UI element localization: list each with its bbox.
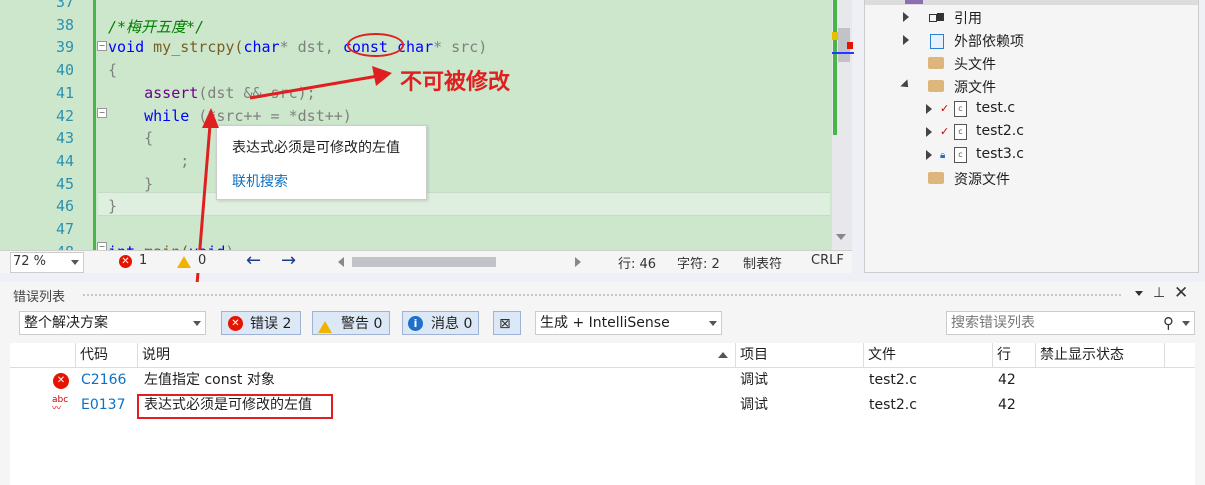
c-file-icon: c (954, 101, 967, 117)
error-icon[interactable]: ✕ (119, 255, 132, 268)
tree-item-external-deps[interactable]: 外部依赖项 (954, 31, 1024, 51)
filter-folder-icon (928, 80, 944, 92)
navigate-forward-icon[interactable]: → (281, 250, 296, 271)
header-divider (10, 367, 1195, 368)
filter-clear-icon: ⊠ (499, 316, 511, 332)
errors-filter-label: 错误 2 (250, 316, 292, 332)
checked-in-icon: ✓ (940, 102, 950, 115)
tab-indicator[interactable]: 制表符 (743, 253, 782, 272)
warning-count[interactable]: 0 (198, 253, 206, 268)
expand-test-c-icon[interactable] (926, 104, 932, 114)
messages-filter-button[interactable]: i 消息 0 (402, 311, 479, 335)
expand-references-icon[interactable] (903, 12, 909, 22)
search-error-list[interactable]: 搜索错误列表 ⚲ (946, 311, 1195, 335)
col-suppression[interactable]: 禁止显示状态 (1036, 343, 1165, 367)
editor-status-bar: 72 % ✕ 1 0 ← → 行: 46 字符: 2 制表符 CRLF (0, 250, 852, 273)
filter-folder-icon (928, 172, 944, 184)
references-icon (929, 14, 937, 22)
errors-filter-button[interactable]: ✕ 错误 2 (221, 311, 301, 335)
tree-item-test3-c[interactable]: test3.c (976, 146, 1024, 162)
tree-item-test2-c[interactable]: test2.c (976, 123, 1024, 139)
external-deps-icon (930, 34, 944, 49)
build-filter-value: 生成 + IntelliSense (540, 315, 670, 331)
error-icon: ✕ (228, 316, 243, 331)
warnings-filter-label: 警告 0 (341, 316, 383, 332)
title-grip[interactable] (82, 293, 1122, 297)
chevron-down-icon (709, 321, 717, 326)
col-project[interactable]: 项目 (736, 343, 864, 367)
zoom-value: 72 % (13, 254, 47, 269)
close-icon[interactable]: ✕ (1174, 283, 1188, 303)
tree-item-resource-files[interactable]: 资源文件 (954, 169, 1010, 189)
error-file: test2.c (869, 397, 917, 413)
chevron-down-icon (193, 321, 201, 326)
scroll-right-icon[interactable] (575, 257, 581, 267)
error-list-title: 错误列表 (13, 290, 66, 305)
char-indicator: 字符: 2 (677, 257, 720, 272)
collapse-source-files-icon[interactable] (900, 79, 912, 91)
error-project: 调试 (740, 397, 768, 413)
scope-value: 整个解决方案 (24, 315, 108, 331)
error-code-link[interactable]: E0137 (81, 394, 125, 416)
error-description: 左值指定 const 对象 (144, 372, 275, 388)
scope-combo[interactable]: 整个解决方案 (19, 311, 206, 335)
col-description-label: 说明 (142, 347, 170, 363)
error-file: test2.c (869, 372, 917, 388)
search-icon: ⚲ (1163, 314, 1174, 332)
warnings-filter-button[interactable]: 警告 0 (312, 311, 390, 335)
error-line: 42 (998, 372, 1016, 388)
intellisense-error-icon: abc 〰 (52, 395, 69, 414)
error-line: 42 (998, 397, 1016, 413)
chevron-down-icon (71, 260, 79, 265)
messages-filter-label: 消息 0 (431, 316, 473, 332)
lock-icon: 🔒︎ (940, 150, 946, 161)
filter-folder-icon (928, 57, 944, 69)
col-icon[interactable] (10, 343, 76, 367)
c-file-icon: c (954, 124, 967, 140)
scroll-left-icon[interactable] (338, 257, 344, 267)
clear-filter-button[interactable]: ⊠ (493, 311, 521, 335)
info-icon: i (408, 316, 423, 331)
search-input[interactable]: 搜索错误列表 (951, 315, 1035, 331)
tree-item-references[interactable]: 引用 (954, 8, 982, 28)
solution-explorer: 引用 外部依赖项 头文件 源文件 ✓ c test.c ✓ c test2.c … (864, 0, 1199, 273)
window-menu-icon[interactable] (1135, 291, 1143, 296)
tree-item-test-c[interactable]: test.c (976, 100, 1015, 116)
warning-icon[interactable] (177, 256, 191, 268)
expand-test2-c-icon[interactable] (926, 127, 932, 137)
build-filter-combo[interactable]: 生成 + IntelliSense (535, 311, 722, 335)
error-code-link[interactable]: C2166 (81, 369, 126, 391)
arrow-head-code (202, 108, 219, 128)
chevron-down-icon (1182, 321, 1190, 326)
expand-external-deps-icon[interactable] (903, 35, 909, 45)
table-row[interactable]: ✕ C2166 左值指定 const 对象 调试 test2.c 42 (10, 369, 1195, 393)
checked-in-icon: ✓ (940, 125, 950, 138)
horizontal-scroll-thumb[interactable] (352, 257, 496, 267)
references-icon-block (937, 13, 944, 21)
col-file[interactable]: 文件 (864, 343, 993, 367)
description-highlight-box (137, 394, 333, 419)
tree-item-source-files[interactable]: 源文件 (954, 77, 996, 97)
arrow-head-annotation (372, 66, 392, 86)
pin-icon[interactable]: ⊥ (1153, 285, 1165, 301)
navigate-back-icon[interactable]: ← (246, 250, 261, 271)
error-icon: ✕ (53, 373, 69, 389)
row-indicator: 行: 46 (618, 257, 657, 272)
col-description[interactable]: 说明 (138, 343, 736, 367)
error-count[interactable]: 1 (139, 253, 147, 268)
project-icon (905, 0, 923, 4)
eol-indicator[interactable]: CRLF (811, 253, 844, 268)
sort-ascending-icon (718, 352, 728, 358)
expand-test3-c-icon[interactable] (926, 150, 932, 160)
error-project: 调试 (740, 372, 768, 388)
zoom-combo[interactable]: 72 % (10, 252, 84, 273)
c-file-icon: c (954, 147, 967, 163)
col-code[interactable]: 代码 (76, 343, 138, 367)
warning-icon (318, 321, 332, 333)
col-line[interactable]: 行 (993, 343, 1036, 367)
arrow-to-annotation (249, 74, 379, 100)
tree-item-header-files[interactable]: 头文件 (954, 54, 996, 74)
